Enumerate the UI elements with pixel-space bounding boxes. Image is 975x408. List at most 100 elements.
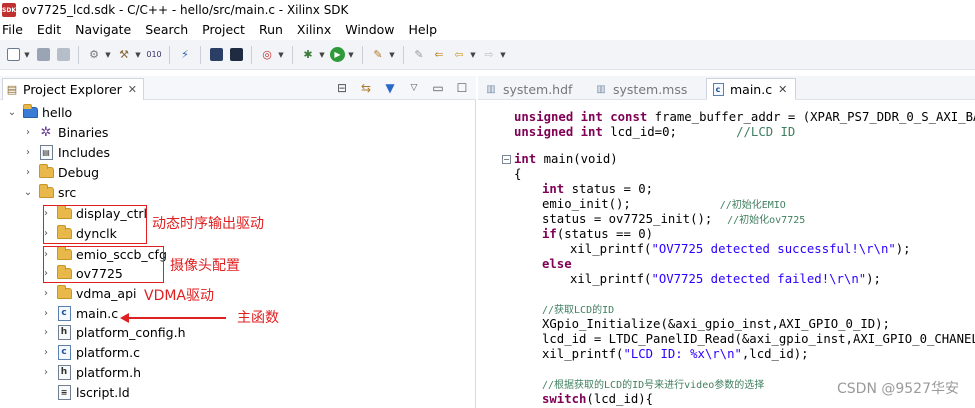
menu-window[interactable]: Window [345, 22, 394, 37]
code-line: XGpio_Initialize(&axi_gpio_inst,AXI_GPIO… [542, 317, 890, 331]
code-line: //获取LCD的ID [542, 305, 615, 316]
save-icon[interactable] [35, 47, 51, 63]
collapse-all-icon[interactable]: ⊟ [334, 80, 350, 96]
debug-dropdown-arrow[interactable]: ▼ [318, 51, 326, 59]
back-arrow-icon[interactable]: ⇦ [451, 47, 467, 63]
annotation-icon[interactable]: ✎ [411, 47, 427, 63]
forward-dropdown-arrow[interactable]: ▼ [499, 51, 507, 59]
tree-item-src[interactable]: ⌄ src [22, 182, 76, 202]
mss-file-icon: ▥ [596, 83, 606, 95]
toolbar-separator [362, 45, 363, 64]
tree-item-label: platform.h [76, 364, 142, 380]
code-line: xil_printf("LCD ID: %x\r\n",lcd_id); [542, 347, 809, 361]
toolbar-separator [78, 45, 79, 64]
code-line: unsigned int const frame_buffer_addr = (… [514, 110, 975, 124]
expand-chevron-icon[interactable]: ⌄ [22, 186, 34, 198]
target-connection-icon[interactable]: ◎ [259, 47, 275, 63]
project-explorer-tab[interactable]: ▤ Project Explorer ✕ [2, 78, 145, 100]
tree-item-platform-h[interactable]: › h platform.h [40, 362, 141, 382]
save-all-icon[interactable] [55, 47, 71, 63]
menu-help[interactable]: Help [409, 22, 438, 37]
new-icon[interactable] [5, 47, 21, 63]
minimize-icon[interactable]: ▭ [430, 80, 446, 96]
terminal-icon[interactable] [208, 47, 224, 63]
folder-icon [38, 183, 54, 200]
annotation-vdma-driver: VDMA驱动 [144, 288, 215, 304]
project-explorer-tools: ⊟ ⇆ ▼ ▽ ▭ ☐ [326, 80, 470, 96]
window-title: ov7725_lcd.sdk - C/C++ - hello/src/main.… [22, 3, 349, 17]
code-line: unsigned int lcd_id=0; //LCD ID [514, 125, 796, 139]
annotation-camera-config: 摄像头配置 [170, 258, 240, 274]
menu-edit[interactable]: Edit [37, 22, 61, 37]
menu-file[interactable]: File [2, 22, 23, 37]
tab-main-c[interactable]: c main.c ✕ [706, 78, 797, 100]
back-dropdown-arrow[interactable]: ▼ [469, 51, 477, 59]
xilinx-sdk-app-icon: SDK [2, 3, 16, 17]
chevron-right-icon[interactable]: › [40, 346, 52, 358]
annotation-box-display [43, 205, 147, 244]
tree-item-debug[interactable]: › Debug [22, 162, 99, 182]
maximize-icon[interactable]: ☐ [454, 80, 470, 96]
fold-toggle-icon[interactable]: − [502, 155, 511, 164]
chevron-right-icon[interactable]: › [40, 366, 52, 378]
project-explorer-icon: ▤ [6, 83, 18, 96]
filter-icon[interactable]: ▼ [382, 80, 398, 96]
c-file-icon: c [56, 305, 72, 321]
menu-xilinx[interactable]: Xilinx [297, 22, 331, 37]
chevron-right-icon[interactable]: › [40, 307, 52, 319]
editor-tab-bar: ▥ system.hdf ▥ system.mss c main.c ✕ [478, 76, 975, 100]
binary-file-icon[interactable]: 010 [146, 47, 162, 63]
tree-item-hello[interactable]: ⌄ hello [6, 102, 72, 122]
tree-item-includes[interactable]: › ▤ Includes [22, 142, 110, 162]
tree-item-label: Includes [58, 144, 111, 160]
chevron-right-icon[interactable]: › [40, 326, 52, 338]
link-with-editor-icon[interactable]: ⇆ [358, 80, 374, 96]
new-dropdown-arrow[interactable]: ▼ [23, 51, 31, 59]
menu-project[interactable]: Project [202, 22, 245, 37]
toolbar-separator [403, 45, 404, 64]
code-line: xil_printf("OV7725 detected failed!\r\n"… [570, 272, 881, 286]
tree-item-label: vdma_api [76, 285, 137, 301]
run-dropdown-arrow[interactable]: ▼ [347, 51, 355, 59]
c-file-icon: c [711, 82, 725, 96]
close-icon[interactable]: ✕ [128, 83, 137, 96]
close-icon[interactable]: ✕ [778, 83, 787, 96]
code-line: lcd_id = LTDC_PanelID_Read(&axi_gpio_ins… [542, 332, 975, 346]
settings-dropdown-arrow[interactable]: ▼ [104, 51, 112, 59]
includes-icon: ▤ [38, 144, 54, 160]
title-bar: SDK ov7725_lcd.sdk - C/C++ - hello/src/m… [0, 0, 975, 20]
tree-item-lscript-ld[interactable]: ≡ lscript.ld [52, 382, 130, 402]
project-folder-icon [22, 103, 38, 120]
build-settings-icon[interactable]: ⚙ [86, 47, 102, 63]
tree-item-binaries[interactable]: › ✲ Binaries [22, 122, 108, 142]
external-tools-icon[interactable]: ✎ [370, 47, 386, 63]
run-icon[interactable]: ▶ [330, 47, 345, 62]
chevron-right-icon[interactable]: › [22, 126, 34, 138]
tools-dropdown-arrow[interactable]: ▼ [388, 51, 396, 59]
tree-item-platform-c[interactable]: › c platform.c [40, 342, 140, 362]
view-menu-icon[interactable]: ▽ [406, 80, 422, 96]
expand-chevron-icon[interactable]: ⌄ [6, 106, 18, 118]
program-fpga-icon[interactable]: ⚡ [177, 47, 193, 63]
code-area[interactable]: unsigned int const frame_buffer_addr = (… [478, 102, 975, 408]
target-dropdown-arrow[interactable]: ▼ [277, 51, 285, 59]
forward-arrow-icon[interactable]: ⇨ [481, 47, 497, 63]
debug-bug-icon[interactable]: ✱ [300, 47, 316, 63]
menu-navigate[interactable]: Navigate [75, 22, 131, 37]
chevron-right-icon[interactable]: › [22, 146, 34, 158]
chevron-right-icon[interactable]: › [22, 166, 34, 178]
menu-search[interactable]: Search [145, 22, 188, 37]
build-hammer-icon[interactable]: ⚒ [116, 47, 132, 63]
tab-system-hdf[interactable]: ▥ system.hdf [480, 78, 580, 100]
tab-system-mss[interactable]: ▥ system.mss [590, 78, 695, 100]
binaries-icon: ✲ [40, 124, 52, 140]
menu-run[interactable]: Run [259, 22, 283, 37]
console-icon[interactable] [228, 47, 244, 63]
tree-item-main-c[interactable]: › c main.c [40, 303, 118, 323]
toolbar-separator [169, 45, 170, 64]
menu-bar: File Edit Navigate Search Project Run Xi… [0, 20, 975, 39]
build-dropdown-arrow[interactable]: ▼ [134, 51, 142, 59]
tree-item-vdma-api[interactable]: › vdma_api [40, 283, 137, 303]
last-edit-icon[interactable]: ⇐ [431, 47, 447, 63]
chevron-right-icon[interactable]: › [40, 287, 52, 299]
